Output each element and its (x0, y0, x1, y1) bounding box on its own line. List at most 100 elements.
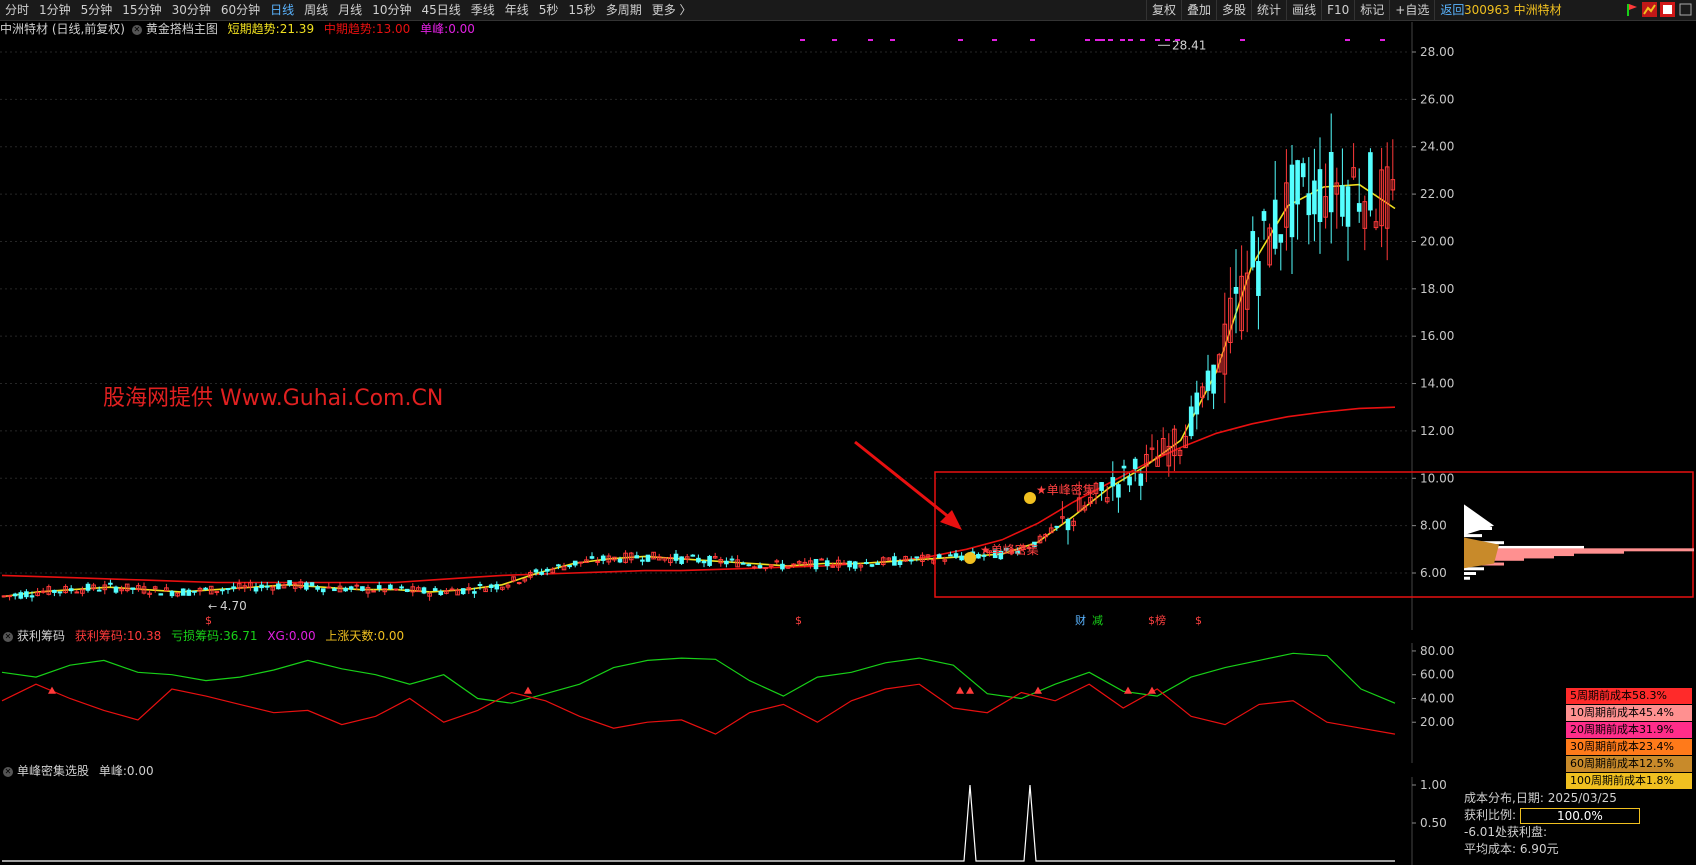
window-icon[interactable] (1678, 2, 1693, 17)
chart-mode-icon[interactable] (1660, 2, 1675, 17)
period-yearly[interactable]: 年线 (500, 0, 534, 20)
candle-body (276, 583, 281, 590)
candle-body (494, 584, 500, 590)
candle-body (12, 593, 18, 597)
candle-body (690, 554, 696, 557)
up-arrow-marker (524, 686, 532, 694)
profit-panel-toggle-icon[interactable]: ✕ (3, 631, 13, 642)
signal-dot (1095, 39, 1100, 41)
main-y-tick-label: 10.00 (1420, 471, 1454, 485)
candle-body (309, 582, 315, 587)
candle-body (875, 562, 880, 565)
chip-bar (1464, 534, 1482, 538)
period-15min[interactable]: 15分钟 (117, 0, 166, 20)
candle-body (7, 595, 12, 598)
stats-button[interactable]: 统计 (1251, 0, 1286, 20)
peak-panel-name[interactable]: 单峰密集选股 (17, 764, 89, 778)
profit-y-tick-label: 20.00 (1420, 715, 1454, 729)
candle-body (85, 583, 91, 591)
candle-body (404, 588, 410, 592)
candle-body (1278, 234, 1284, 243)
candle-body (287, 580, 292, 586)
candle-body (74, 591, 80, 594)
candle-body (1138, 473, 1144, 486)
candle-body (1054, 525, 1060, 528)
signal-label-2: ★单峰密集 (1036, 482, 1095, 497)
signal-dot (1165, 39, 1170, 41)
candle-body (438, 591, 444, 596)
cost-legend-5: 5周期前成本58.3% (1566, 688, 1692, 704)
candle-body (421, 587, 427, 594)
event-badge: $ (1195, 614, 1202, 627)
draw-line-button[interactable]: 画线 (1286, 0, 1321, 20)
candle-body (953, 553, 959, 558)
signal-dot (1085, 39, 1090, 41)
period-more[interactable]: 更多 〉 (647, 0, 697, 20)
candle-body (1116, 484, 1121, 498)
period-60min[interactable]: 60分钟 (216, 0, 265, 20)
f10-button[interactable]: F10 (1321, 0, 1354, 20)
candle-body (326, 586, 332, 589)
period-multi[interactable]: 多周期 (601, 0, 647, 20)
up-arrow-marker (966, 686, 974, 694)
cost-legend-60: 60周期前成本12.5% (1566, 756, 1692, 772)
stock-code-label: 300963 中洲特材 (1464, 3, 1562, 17)
candle-body (460, 588, 466, 595)
candle-body (477, 583, 483, 586)
candle-body (225, 588, 231, 591)
signal-dot (1128, 39, 1133, 41)
candle-body (533, 569, 539, 573)
period-fenshi[interactable]: 分时 (0, 0, 34, 20)
candle-body (1312, 180, 1317, 215)
period-30min[interactable]: 30分钟 (167, 0, 216, 20)
candle-body (757, 565, 763, 569)
candle-body (1272, 199, 1278, 249)
signal-dot (890, 39, 895, 41)
period-5sec[interactable]: 5秒 (534, 0, 564, 20)
peak-panel-toggle-icon[interactable]: ✕ (3, 766, 13, 777)
period-15sec[interactable]: 15秒 (563, 0, 600, 20)
avg-cost-text: 平均成本: 6.90元 (1464, 842, 1559, 856)
add-watchlist-button[interactable]: +自选 (1389, 0, 1434, 20)
main-y-tick-label: 20.00 (1420, 234, 1454, 248)
period-1min[interactable]: 1分钟 (34, 0, 76, 20)
main-y-tick-label: 12.00 (1420, 424, 1454, 438)
overlay-button[interactable]: 叠加 (1181, 0, 1216, 20)
profit-ratio-label: 获利比例: (1464, 808, 1517, 822)
candle-body (1300, 163, 1306, 178)
signal-dot (992, 39, 997, 41)
signal-coin-icon (1024, 492, 1036, 504)
candle-body (315, 586, 320, 590)
candle-body (332, 588, 337, 592)
candle-body (304, 582, 309, 590)
candle-body (892, 556, 897, 566)
period-quarterly[interactable]: 季线 (466, 0, 500, 20)
event-badge: $ (205, 614, 212, 627)
multi-stock-button[interactable]: 多股 (1216, 0, 1251, 20)
period-daily[interactable]: 日线 (265, 0, 299, 20)
drawing-icon[interactable] (1642, 2, 1657, 17)
candle-body (1317, 169, 1323, 223)
period-monthly[interactable]: 月线 (333, 0, 367, 20)
period-10min[interactable]: 10分钟 (367, 0, 416, 20)
profit-ratio-value: 100.0% (1519, 807, 1640, 824)
candle-body (572, 560, 578, 566)
mark-button[interactable]: 标记 (1354, 0, 1389, 20)
candle-body (852, 561, 858, 569)
candle-body (556, 564, 561, 567)
signal-dot (1030, 39, 1035, 41)
candle-body (813, 558, 819, 570)
flag-icon[interactable] (1624, 2, 1639, 17)
profit-chip-label: 获利筹码: (74, 629, 127, 643)
candle-body (57, 591, 63, 594)
main-y-tick-label: 22.00 (1420, 187, 1454, 201)
main-y-tick-label: 26.00 (1420, 92, 1454, 106)
period-weekly[interactable]: 周线 (299, 0, 333, 20)
candle-body (253, 587, 259, 592)
candle-body (393, 588, 399, 591)
period-45day[interactable]: 45日线 (416, 0, 465, 20)
profit-panel-name[interactable]: 获利筹码 (17, 629, 65, 643)
period-5min[interactable]: 5分钟 (76, 0, 118, 20)
fuquan-button[interactable]: 复权 (1146, 0, 1181, 20)
signal-dot (1240, 39, 1245, 41)
